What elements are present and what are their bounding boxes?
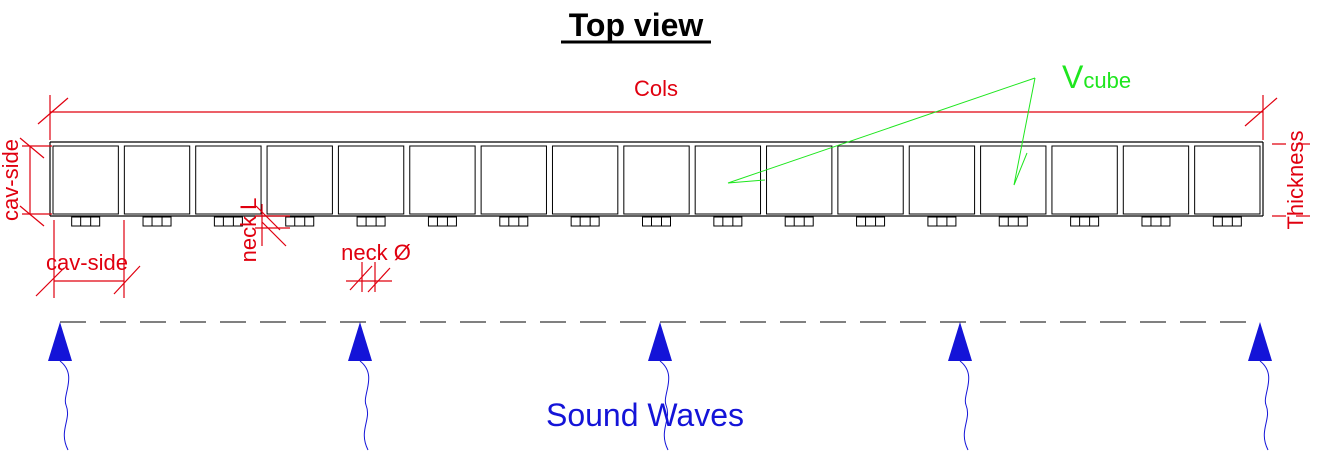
neck: [427, 216, 457, 227]
neck: [856, 216, 886, 227]
neck: [142, 216, 172, 227]
neck: [784, 216, 814, 227]
neck: [642, 216, 671, 227]
neck: [998, 216, 1028, 227]
wave-squiggle: [959, 360, 970, 451]
cavity-cell: [551, 145, 619, 215]
vcube-leader: [727, 77, 1036, 186]
cavity-cell: [694, 145, 762, 215]
neck: [927, 216, 957, 227]
neck: [570, 216, 600, 227]
neck: [356, 216, 386, 227]
cavity-cell: [409, 145, 476, 215]
wave-squiggle: [59, 360, 70, 451]
neck: [1212, 216, 1242, 227]
top-view-diagram: Top view Cols cav-side cav-side neck L n…: [0, 7, 1315, 451]
neck-diameter-label: neck Ø: [341, 240, 411, 265]
wave-arrow-icon: [1248, 322, 1272, 361]
cavity-cell: [980, 145, 1047, 215]
wave-arrow-icon: [48, 322, 72, 361]
neck: [285, 216, 315, 227]
wave-squiggle: [359, 360, 370, 451]
wave-squiggle: [1259, 360, 1270, 451]
cavity-cell: [837, 145, 904, 215]
panel-outline: [49, 141, 1264, 217]
diagram-title: Top view: [569, 7, 704, 43]
wave-arrow-icon: [948, 322, 972, 361]
cavity-cell: [1194, 145, 1261, 215]
cavity-cell: [1051, 145, 1118, 215]
cavity-cell: [337, 145, 405, 215]
neck: [713, 216, 743, 227]
neck-diameter-dimension: [346, 262, 392, 293]
wave-arrow-icon: [648, 322, 672, 361]
sound-waves-label: Sound Waves: [546, 397, 744, 433]
cols-dimension: [37, 95, 1278, 140]
neck: [499, 216, 529, 227]
vcube-label: Vcube: [1062, 59, 1131, 95]
cav-side-vertical-dimension: [19, 137, 52, 227]
cols-label: Cols: [634, 76, 678, 101]
cavity-cell: [123, 145, 191, 215]
cav-side-horizontal-label: cav-side: [46, 250, 128, 275]
cavity-array: [52, 145, 1261, 227]
thickness-label: Thickness: [1283, 130, 1308, 229]
cavity-cell: [623, 145, 690, 215]
cavity-cell: [766, 145, 833, 215]
neck: [1070, 216, 1100, 227]
cavity-cell: [908, 145, 976, 215]
neck-length-label: neck L: [236, 198, 261, 263]
neck: [1141, 216, 1171, 227]
neck: [71, 216, 101, 227]
cavity-cell: [52, 145, 119, 215]
wave-arrow-icon: [348, 322, 372, 361]
cavity-cell: [480, 145, 547, 215]
cav-side-vertical-label: cav-side: [0, 139, 23, 221]
cavity-cell: [266, 145, 333, 215]
cavity-cell: [1122, 145, 1190, 215]
